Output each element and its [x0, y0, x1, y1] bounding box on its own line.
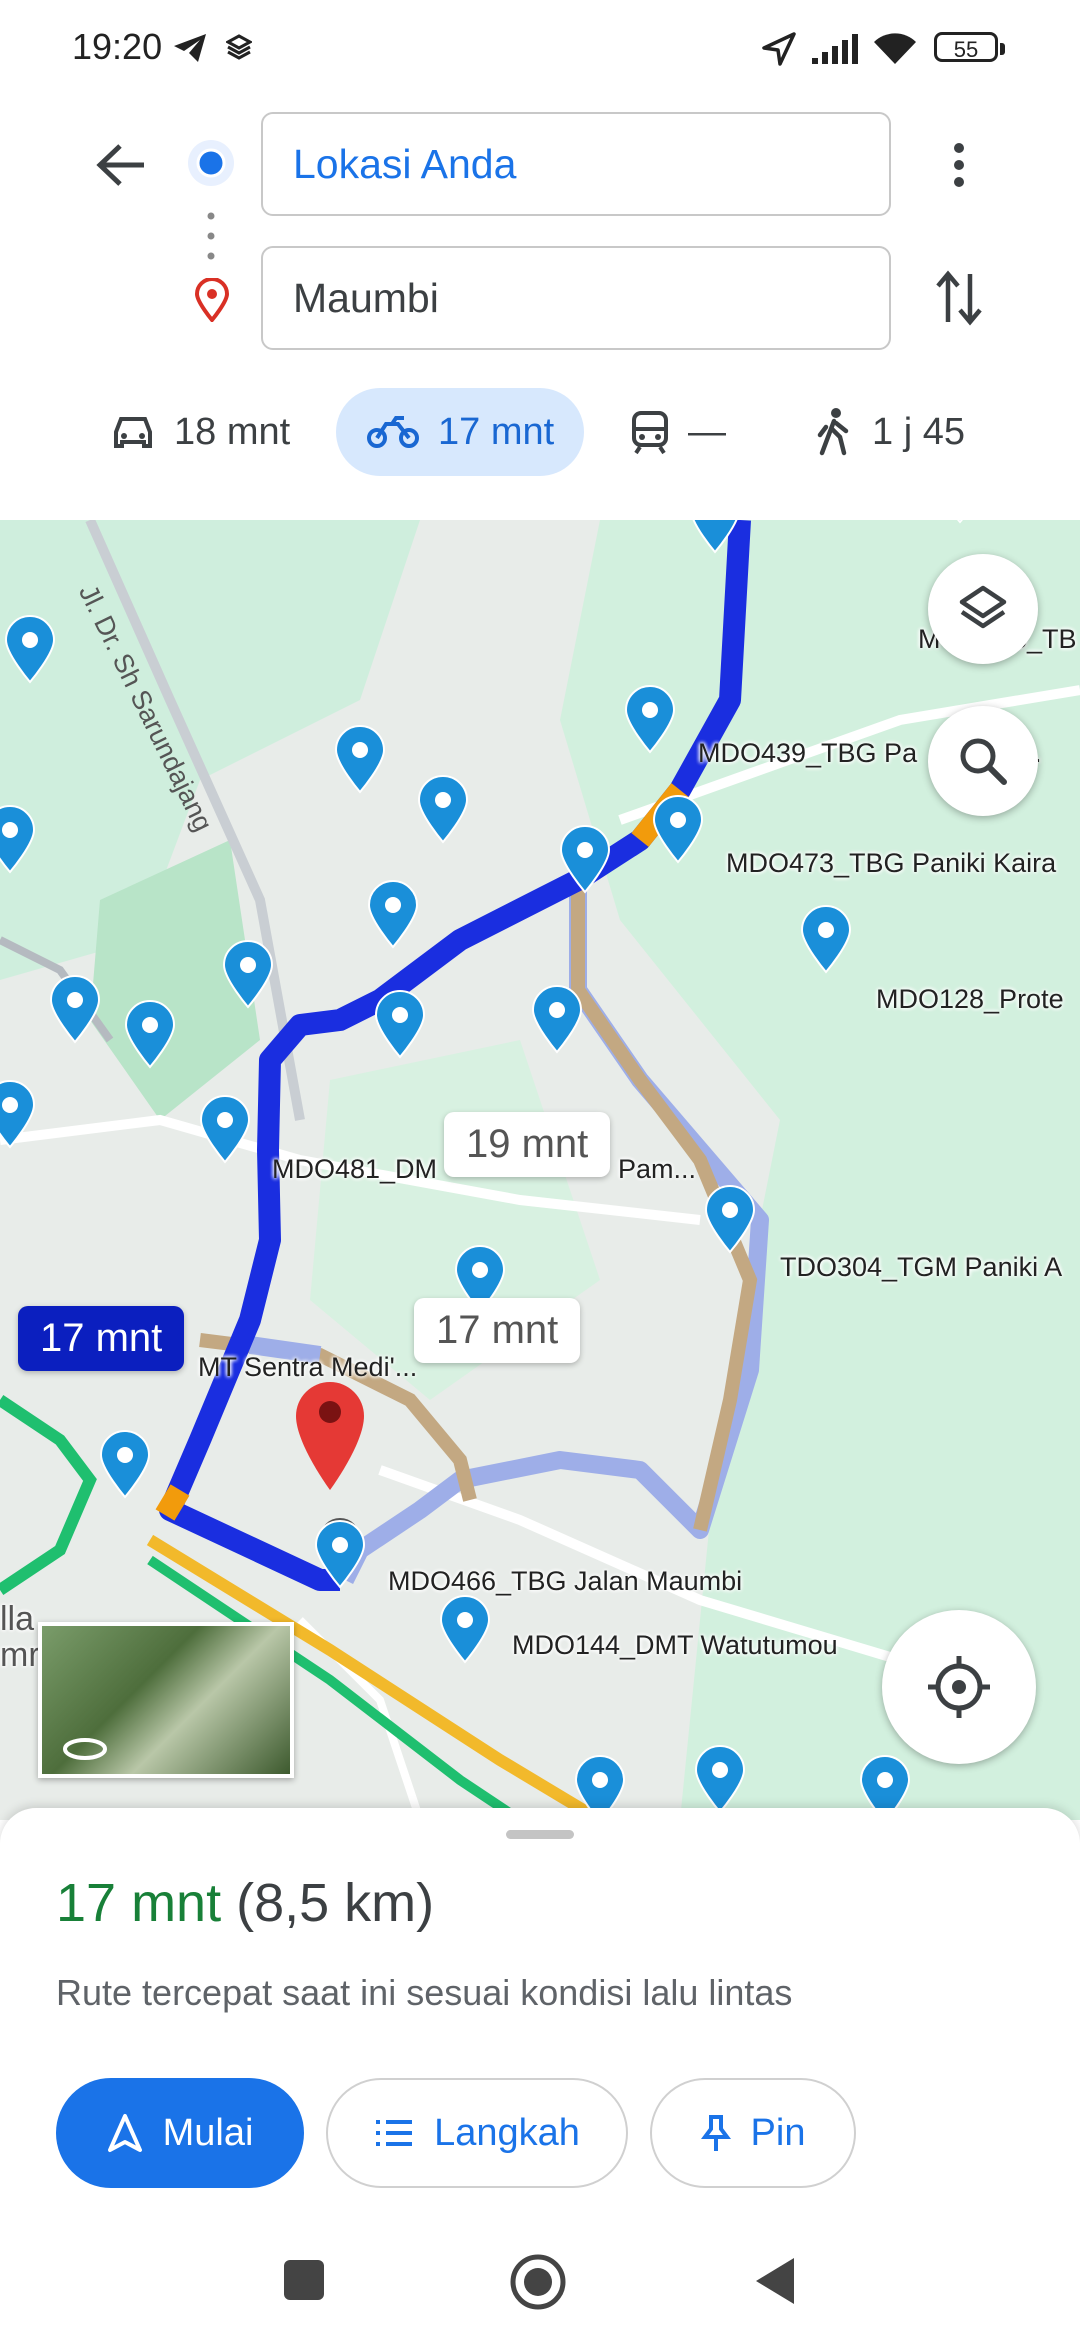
- poi-map-pin[interactable]: [415, 774, 471, 844]
- mode-motorcycle-tab[interactable]: 17 mnt: [336, 388, 585, 476]
- poi-label[interactable]: TDO304_TGM Paniki A: [780, 1252, 1062, 1283]
- walking-icon: [817, 408, 849, 456]
- pin-button-label: Pin: [750, 2111, 806, 2154]
- poi-map-pin[interactable]: [650, 794, 706, 864]
- car-icon: [114, 417, 152, 448]
- mode-transit-label: —: [688, 410, 726, 453]
- layers-status-icon: [226, 34, 252, 60]
- crosshair-icon: [928, 1656, 990, 1718]
- telegram-icon: [174, 34, 206, 62]
- poi-map-pin[interactable]: [2, 614, 58, 684]
- poi-label[interactable]: MDO466_TBG Jalan Maumbi: [388, 1566, 742, 1597]
- steps-button-label: Langkah: [434, 2111, 580, 2154]
- location-arrow-icon: [762, 32, 796, 66]
- poi-map-pin[interactable]: [332, 724, 388, 794]
- poi-map-pin[interactable]: [47, 974, 103, 1044]
- street-view-thumbnail[interactable]: [38, 1622, 294, 1778]
- route-connector-dots: [207, 212, 215, 260]
- mode-walk-label: 1 j 45: [872, 410, 965, 453]
- poi-label[interactable]: MDO473_TBG Paniki Kaira: [726, 848, 1056, 879]
- system-nav-bar: [0, 2220, 1080, 2340]
- layers-button[interactable]: [928, 554, 1038, 664]
- back-nav-icon[interactable]: [754, 2256, 796, 2306]
- poi-map-pin[interactable]: [557, 824, 613, 894]
- mode-walk-tab[interactable]: 1 j 45: [814, 388, 965, 476]
- more-options-icon[interactable]: [944, 140, 974, 190]
- poi-label[interactable]: Pam...: [618, 1154, 696, 1185]
- mode-transit-tab[interactable]: —: [630, 388, 726, 476]
- poi-map-pin[interactable]: [197, 1094, 253, 1164]
- destination-pin-icon: [194, 278, 230, 322]
- poi-label[interactable]: MDO439_TBG Pa: [698, 738, 917, 769]
- poi-label[interactable]: MDO128_Prote: [876, 984, 1064, 1015]
- layers-icon: [959, 585, 1007, 629]
- motorcycle-icon: [367, 416, 419, 448]
- travel-mode-tabs: 18 mnt 17 mnt — 1 j 45: [0, 380, 1080, 500]
- origin-input[interactable]: Lokasi Anda: [261, 112, 891, 216]
- start-button-label: Mulai: [162, 2111, 254, 2154]
- poi-map-pin[interactable]: [702, 1184, 758, 1254]
- poi-map-pin[interactable]: [365, 879, 421, 949]
- pushpin-icon: [700, 2115, 731, 2151]
- back-arrow-icon[interactable]: [94, 140, 150, 190]
- sheet-drag-handle[interactable]: [506, 1830, 574, 1839]
- poi-label[interactable]: MDO144_DMT Watutumou: [512, 1630, 838, 1661]
- steps-button[interactable]: Langkah: [326, 2078, 628, 2188]
- navigation-arrow-icon: [107, 2114, 142, 2152]
- poi-map-pin[interactable]: [0, 1079, 38, 1149]
- poi-map-pin[interactable]: [529, 984, 585, 1054]
- battery-indicator: 55: [934, 32, 1005, 62]
- recents-icon[interactable]: [282, 2258, 326, 2302]
- route-duration: 17 mnt: [56, 1873, 222, 1933]
- destination-map-pin[interactable]: [296, 1382, 364, 1490]
- mode-motorcycle-label: 17 mnt: [438, 410, 555, 453]
- mode-car-tab[interactable]: 18 mnt: [110, 388, 290, 476]
- start-button[interactable]: Mulai: [56, 2078, 304, 2188]
- poi-map-pin[interactable]: [622, 684, 678, 754]
- wifi-icon: [874, 33, 916, 64]
- status-time: 19:20: [72, 26, 163, 67]
- poi-map-pin[interactable]: [122, 999, 178, 1069]
- poi-map-pin[interactable]: [220, 939, 276, 1009]
- map-edge-label: mr: [0, 1636, 40, 1674]
- origin-dot-icon: [188, 140, 234, 186]
- list-icon: [376, 2120, 413, 2146]
- train-icon: [632, 411, 668, 455]
- poi-map-pin[interactable]: [97, 1429, 153, 1499]
- poi-label[interactable]: MDO481_DM: [272, 1154, 437, 1185]
- pin-button[interactable]: Pin: [650, 2078, 856, 2188]
- street-view-rotate-icon: [63, 1738, 107, 1760]
- status-bar: 19:20 55: [0, 0, 1080, 96]
- poi-map-pin[interactable]: [372, 989, 428, 1059]
- search-icon: [960, 738, 1007, 785]
- poi-map-pin[interactable]: [932, 520, 988, 524]
- signal-icon: [812, 34, 858, 64]
- poi-map-pin[interactable]: [687, 520, 743, 554]
- poi-map-pin[interactable]: [798, 904, 854, 974]
- search-along-route-button[interactable]: [928, 706, 1038, 816]
- map-edge-label: lla: [0, 1600, 35, 1638]
- poi-map-pin[interactable]: [437, 1594, 493, 1664]
- route-summary: 17 mnt (8,5 km): [56, 1872, 434, 1934]
- swap-directions-icon[interactable]: [934, 270, 984, 326]
- poi-map-pin[interactable]: [312, 1519, 368, 1589]
- route-alt-time-2[interactable]: 17 mnt: [414, 1298, 581, 1363]
- destination-input[interactable]: Maumbi: [261, 246, 891, 350]
- poi-label[interactable]: MT Sentra Medi'...: [198, 1352, 417, 1383]
- route-alt-time-1[interactable]: 19 mnt: [444, 1112, 611, 1177]
- route-description: Rute tercepat saat ini sesuai kondisi la…: [56, 1972, 793, 2013]
- route-distance: (8,5 km): [236, 1873, 435, 1933]
- poi-map-pin[interactable]: [0, 804, 38, 874]
- mode-car-label: 18 mnt: [174, 410, 291, 453]
- my-location-button[interactable]: [882, 1610, 1036, 1764]
- poi-map-pin[interactable]: [692, 1744, 748, 1814]
- route-selected-time[interactable]: 17 mnt: [18, 1306, 185, 1371]
- home-icon[interactable]: [510, 2254, 566, 2310]
